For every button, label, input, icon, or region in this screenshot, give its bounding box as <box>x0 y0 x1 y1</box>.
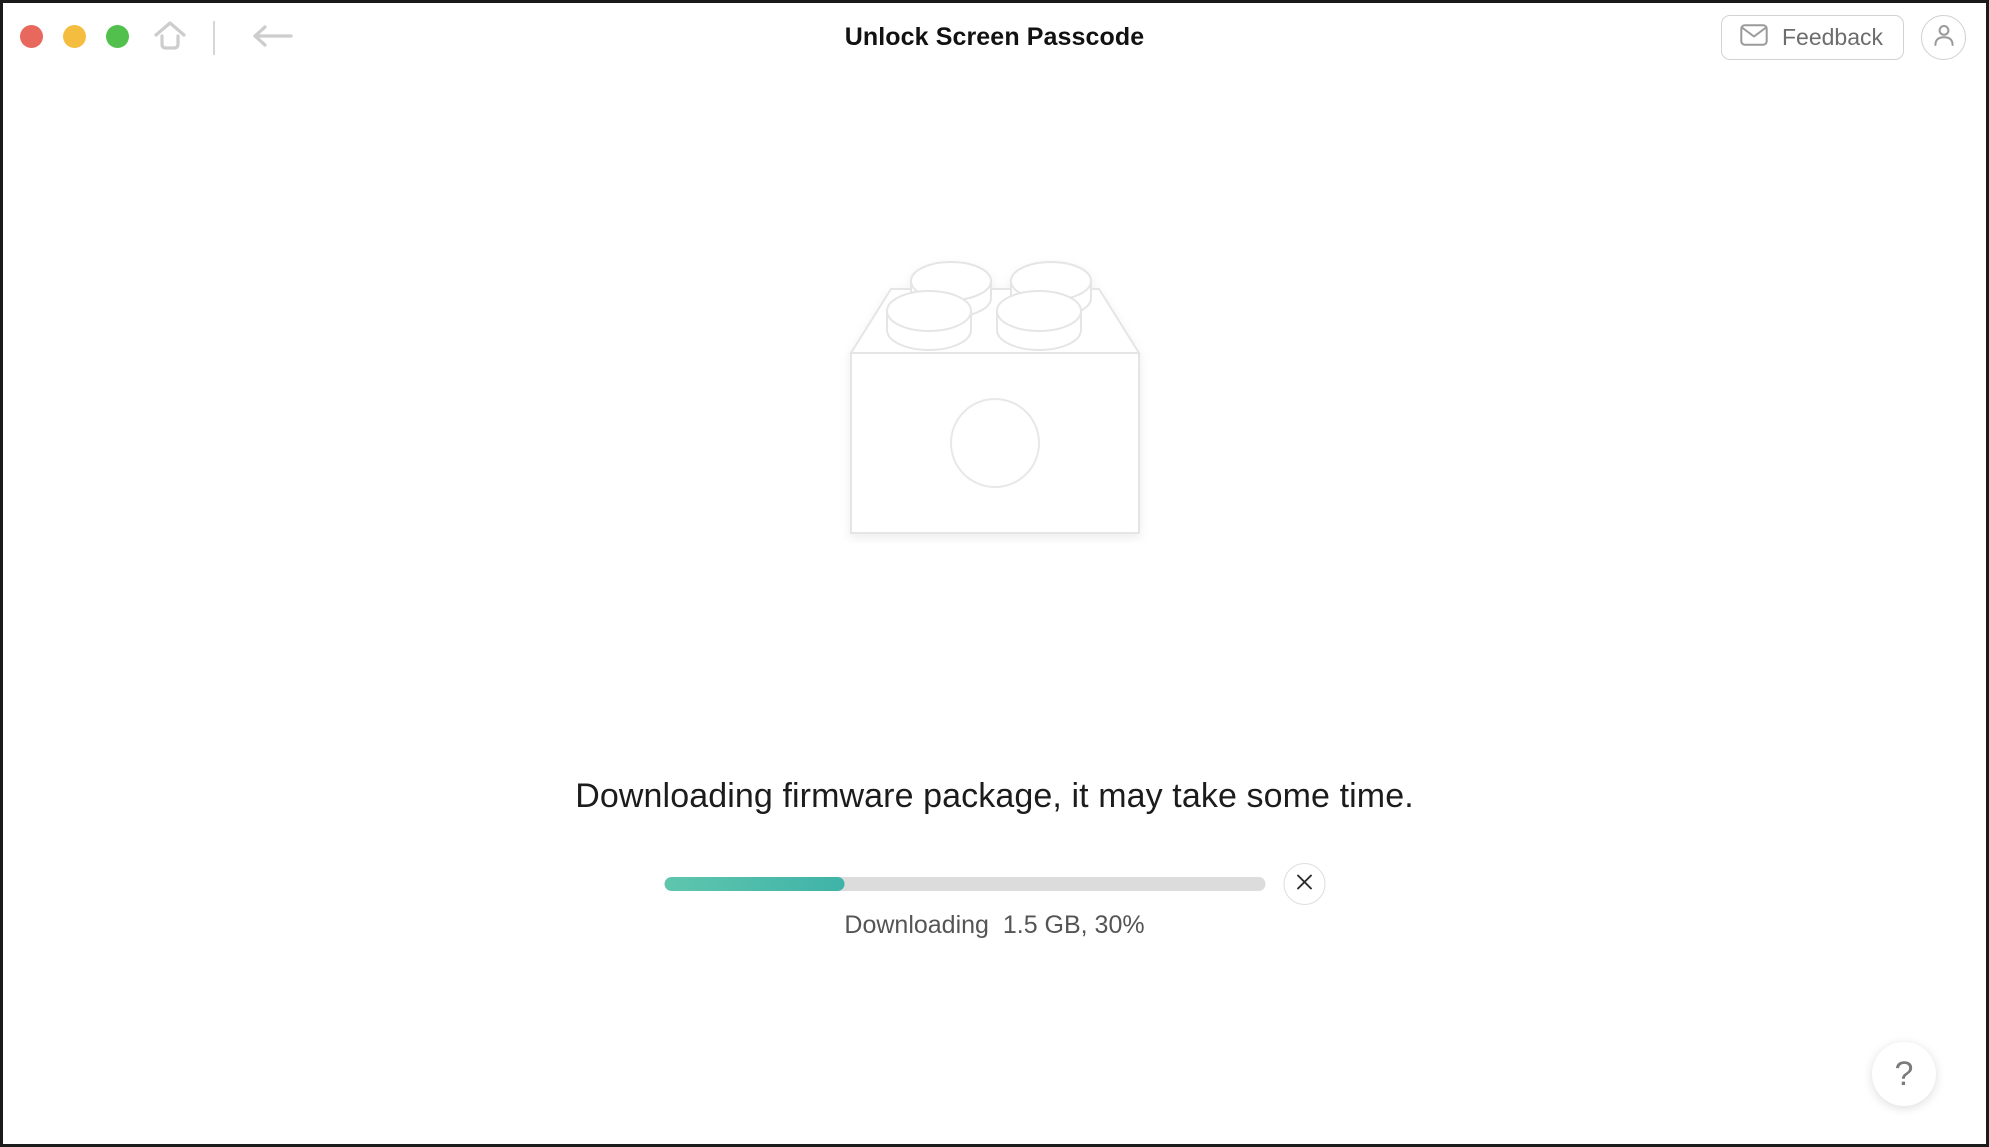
envelope-icon <box>1740 24 1768 51</box>
question-mark-icon: ? <box>1894 1054 1914 1093</box>
main-content: Downloading firmware package, it may tak… <box>3 73 1986 1144</box>
progress-bar-fill <box>664 877 845 891</box>
account-button[interactable] <box>1921 15 1966 60</box>
feedback-label: Feedback <box>1781 24 1883 50</box>
progress-bar <box>664 877 1265 891</box>
feedback-button[interactable]: Feedback <box>1720 15 1904 60</box>
cancel-download-button[interactable] <box>1283 863 1325 905</box>
firmware-brick-illustration <box>825 243 1165 543</box>
help-button[interactable]: ? <box>1872 1042 1936 1106</box>
user-avatar-icon <box>1931 22 1957 53</box>
status-title: Downloading firmware package, it may tak… <box>575 777 1414 815</box>
page-title: Unlock Screen Passcode <box>844 23 1145 51</box>
download-status-text: Downloading 1.5 GB, 30% <box>844 911 1145 939</box>
app-window: Unlock Screen Passcode Feedback Download… <box>0 0 1989 1147</box>
progress-row <box>664 863 1325 905</box>
close-x-icon <box>1295 873 1313 896</box>
title-bar: Unlock Screen Passcode Feedback <box>3 3 1986 73</box>
titlebar-actions: Feedback <box>1720 15 1966 60</box>
